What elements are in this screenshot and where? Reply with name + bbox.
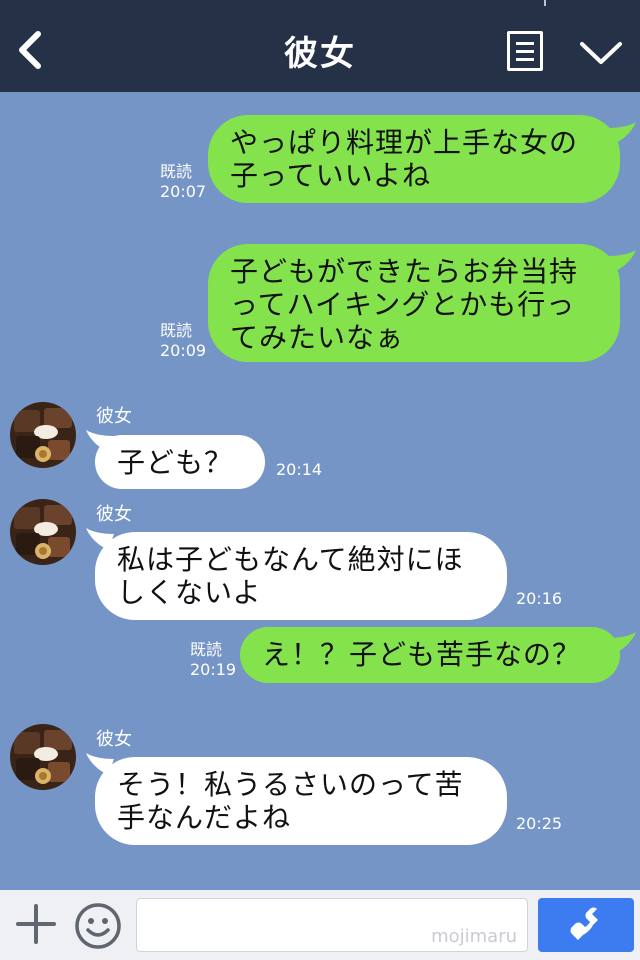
read-receipt: 既読 — [160, 321, 193, 340]
smile-icon[interactable] — [74, 902, 122, 950]
message-line: てみたいなぁ — [230, 321, 405, 354]
message-meta: 既読 20:07 — [160, 162, 206, 202]
my-message-bubble[interactable]: やっぱり料理が上手な女の 子っていいよね — [208, 115, 620, 203]
message-time: 20:07 — [160, 182, 207, 201]
avatar[interactable] — [10, 402, 76, 468]
message-line: 子ども？ — [117, 446, 234, 479]
status-indicator — [544, 0, 546, 6]
my-message-bubble[interactable]: え！？子ども苦手なの？ — [240, 627, 620, 683]
message-line: 私は子どもなんて絶対にほ — [117, 543, 464, 576]
phone-icon — [570, 907, 598, 940]
bubble-tail — [86, 753, 114, 775]
message-line: 子っていいよね — [230, 159, 432, 192]
bubble-tail — [86, 430, 114, 452]
my-message-bubble[interactable]: 子どもができたらお弁当持 ってハイキングとかも行っ てみたいなぁ — [208, 244, 620, 362]
message-time: 20:16 — [516, 589, 563, 608]
sender-name: 彼女 — [96, 406, 132, 427]
chevron-down-icon[interactable] — [578, 38, 624, 68]
message-line: やっぱり料理が上手な女の — [230, 126, 579, 159]
message-time: 20:19 — [190, 660, 237, 679]
message-line: ってハイキングとかも行っ — [230, 288, 576, 321]
sender-name: 彼女 — [96, 729, 132, 750]
input-bar: mojimaru — [0, 890, 640, 960]
avatar[interactable] — [10, 499, 76, 565]
message-list[interactable]: 既読 20:07 やっぱり料理が上手な女の 子っていいよね 既読 20:09 子… — [0, 92, 640, 890]
message-line: え！？子ども苦手なの？ — [262, 638, 582, 671]
message-meta: 既読 20:09 — [160, 321, 206, 361]
read-receipt: 既読 — [190, 640, 223, 659]
message-line: そう！私うるさいのって苦 — [117, 768, 464, 801]
avatar[interactable] — [10, 724, 76, 790]
call-button[interactable] — [538, 898, 634, 952]
bubble-tail — [608, 122, 636, 144]
message-time: 20:14 — [276, 460, 323, 479]
message-input[interactable]: mojimaru — [136, 898, 528, 952]
plus-icon[interactable] — [14, 902, 58, 946]
message-line: 手なんだよね — [117, 801, 292, 834]
read-receipt: 既読 — [160, 162, 193, 181]
message-line: しくないよ — [117, 576, 262, 609]
message-line: 子どもができたらお弁当持 — [230, 255, 579, 288]
message-time: 20:25 — [516, 814, 563, 833]
chat-header: 彼女 — [0, 0, 640, 92]
their-message-bubble[interactable]: 子ども？ — [95, 435, 265, 489]
bubble-tail — [608, 250, 636, 272]
message-meta: 既読 20:19 — [190, 640, 236, 680]
menu-icon[interactable] — [507, 31, 543, 71]
their-message-bubble[interactable]: そう！私うるさいのって苦 手なんだよね — [95, 757, 507, 845]
sender-name: 彼女 — [96, 504, 132, 525]
bubble-tail — [86, 528, 114, 550]
chat-title: 彼女 — [284, 34, 356, 74]
message-time: 20:09 — [160, 341, 207, 360]
bubble-tail — [608, 632, 636, 654]
watermark: mojimaru — [431, 926, 517, 947]
their-message-bubble[interactable]: 私は子どもなんて絶対にほ しくないよ — [95, 532, 507, 620]
